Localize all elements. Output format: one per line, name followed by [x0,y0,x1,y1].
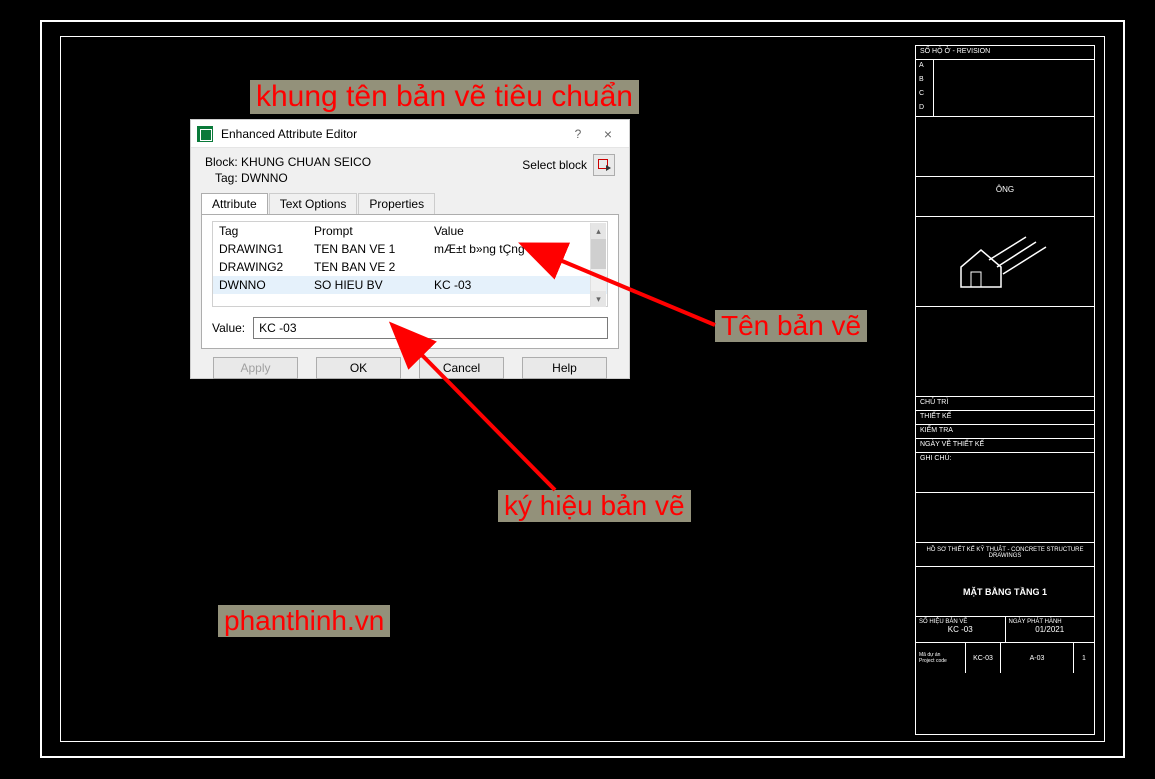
tb-ngayve: NGÀY VẼ THIẾT KẾ [916,439,1094,453]
title-block: SỐ HỘ Ở - REVISION A B C D ÔNG CHỦ TRÌ T… [915,45,1095,735]
block-info: Block: KHUNG CHUAN SEICO Tag: DWNNO [205,154,371,186]
block-value: KHUNG CHUAN SEICO [241,155,371,169]
tb-sohieu: SỐ HIỆU BẢN VẼ KC -03 [916,617,1006,642]
annotation-title: khung tên bản vẽ tiêu chuẩn [250,80,639,114]
tag-value: DWNNO [241,171,288,185]
table-row[interactable]: DRAWING1 TEN BAN VE 1 mÆ±t b»ng tÇng 1 [213,240,607,258]
select-block-button[interactable] [593,154,615,176]
annotation-ky-hieu: ký hiệu bản vẽ [498,490,691,522]
tb-ghichu: GHI CHÚ: [916,453,1094,493]
house-icon [951,232,1061,302]
help-button[interactable]: Help [522,357,607,379]
annotation-url: phanthinh.vn [218,605,390,637]
table-row[interactable]: DWNNO SO HIEU BV KC -03 [213,276,607,294]
table-row[interactable]: DRAWING2 TEN BAN VE 2 [213,258,607,276]
dialog-title: Enhanced Attribute Editor [221,127,563,141]
tab-properties[interactable]: Properties [358,193,435,214]
cancel-button[interactable]: Cancel [419,357,504,379]
tb-hoso: HỒ SƠ THIẾT KẾ KỸ THUẬT - CONCRETE STRUC… [916,543,1094,567]
scroll-thumb[interactable] [591,239,606,269]
attribute-panel: Tag Prompt Value DRAWING1 TEN BAN VE 1 m… [201,214,619,349]
tb-company [916,117,1094,177]
help-icon[interactable]: ? [563,127,593,141]
tb-ngayphat: NGÀY PHÁT HÀNH 01/2021 [1006,617,1095,642]
dialog-titlebar[interactable]: Enhanced Attribute Editor ? × [191,120,629,148]
tb-owner: ÔNG [916,177,1094,217]
tb-thietke: THIẾT KẾ [916,411,1094,425]
tab-text-options[interactable]: Text Options [269,193,358,214]
enhanced-attribute-editor-dialog: Enhanced Attribute Editor ? × Block: KHU… [190,119,630,379]
attribute-table[interactable]: Tag Prompt Value DRAWING1 TEN BAN VE 1 m… [212,221,608,307]
tb-page: 1 [1074,643,1094,673]
ok-button[interactable]: OK [316,357,401,379]
col-tag[interactable]: Tag [219,224,314,238]
tag-label: Tag: [215,171,238,185]
tb-proj-val: KC-03 [966,643,1001,673]
tb-kiemtra: KIỂM TRA [916,425,1094,439]
block-label: Block: [205,155,238,169]
scroll-down-icon[interactable]: ▾ [591,291,606,307]
table-header: Tag Prompt Value [213,222,607,240]
tb-chutri: CHỦ TRÌ [916,397,1094,411]
apply-button[interactable]: Apply [213,357,298,379]
col-value[interactable]: Value [434,224,584,238]
scrollbar[interactable]: ▴ ▾ [590,223,606,307]
tb-mid: A-03 [1001,643,1074,673]
app-icon [197,126,213,142]
value-input[interactable] [253,317,608,339]
tb-revision-row: A [916,60,1094,74]
select-block-label: Select block [522,158,587,172]
tab-attribute[interactable]: Attribute [201,193,268,214]
tb-proj-label: Mã dự án Project code [916,643,966,673]
close-icon[interactable]: × [593,126,623,142]
tb-logo [916,217,1094,307]
tb-drawing-name: MẶT BẰNG TẦNG 1 [916,567,1094,617]
tab-strip: Attribute Text Options Properties [201,192,619,214]
scroll-up-icon[interactable]: ▴ [591,223,606,239]
tb-revision-header: SỐ HỘ Ở - REVISION [916,46,1094,60]
value-label: Value: [212,321,245,335]
col-prompt[interactable]: Prompt [314,224,434,238]
annotation-ten-ban-ve: Tên bản vẽ [715,310,867,342]
